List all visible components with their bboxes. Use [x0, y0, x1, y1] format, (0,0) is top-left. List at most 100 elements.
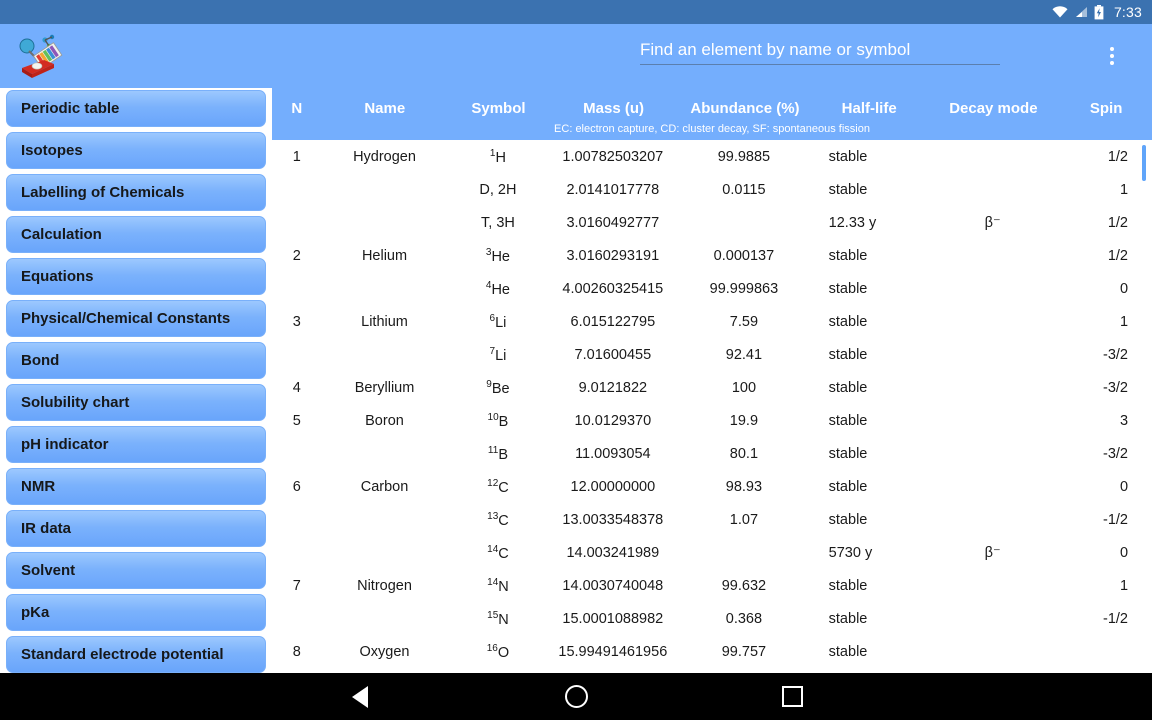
cell-abundance: 99.9885	[717, 148, 771, 165]
vertical-scrollbar-thumb[interactable]	[1142, 145, 1146, 181]
cell-spin: -3/2	[1103, 346, 1129, 363]
sidebar-item-solvent[interactable]: Solvent	[6, 552, 266, 589]
isotope-element-symbol: N	[498, 578, 509, 595]
sidebar-item-label: Solubility chart	[21, 394, 130, 411]
cell-atomic-number: 5	[292, 412, 301, 429]
column-header-decay-mode[interactable]: Decay mode	[927, 100, 1061, 117]
dot	[1110, 61, 1114, 65]
isotope-element-symbol: B	[498, 446, 508, 463]
overflow-menu-icon[interactable]	[1098, 42, 1126, 70]
sidebar-item-label: pH indicator	[21, 436, 109, 453]
wifi-icon	[1052, 6, 1068, 18]
navigation-sidebar[interactable]: Periodic table Isotopes Labelling of Chemi…	[0, 88, 272, 673]
table-row[interactable]: 15N 15.0001088982 0.368 stable -1/2	[272, 602, 1152, 635]
cell-abundance: 7.59	[729, 313, 759, 330]
column-header-symbol[interactable]: Symbol	[448, 100, 549, 117]
cell-isotope-symbol: 15N	[447, 610, 548, 628]
cell-element-name: Helium	[361, 247, 408, 264]
cell-half-life: 5730 y	[828, 544, 873, 561]
cell-mass: 13.0033548378	[562, 511, 664, 528]
column-header-n[interactable]: N	[272, 100, 322, 117]
column-header-spin[interactable]: Spin	[1060, 100, 1152, 117]
sidebar-item-ph-indicator[interactable]: pH indicator	[6, 426, 266, 463]
nav-recents-button[interactable]	[768, 673, 816, 721]
cell-isotope-symbol: 14N	[447, 577, 548, 595]
sidebar-item-equations[interactable]: Equations	[6, 258, 266, 295]
cell-element-name: Lithium	[361, 313, 408, 330]
recents-square-icon	[781, 686, 803, 707]
cell-isotope-symbol: 16O	[447, 643, 548, 661]
table-row[interactable]: 7Li 7.01600455 92.41 stable -3/2	[272, 338, 1152, 371]
cell-abundance: 99.632	[721, 577, 767, 594]
cell-element-name: Carbon	[360, 478, 409, 495]
table-row[interactable]: T, 3H 3.0160492777 12.33 y β⁻ 1/2	[272, 206, 1152, 239]
cell-half-life: stable	[828, 346, 868, 363]
table-row[interactable]: D, 2H 2.0141017778 0.0115 stable 1	[272, 173, 1152, 206]
sidebar-item-physical-chemical-constants[interactable]: Physical/Chemical Constants	[6, 300, 266, 337]
column-header-name[interactable]: Name	[322, 100, 448, 117]
isotopes-panel: N Name Symbol Mass (u) Abundance (%) Hal…	[272, 88, 1152, 673]
cell-half-life: stable	[828, 247, 868, 264]
table-row[interactable]: 5 Boron 10B 10.0129370 19.9 stable 3	[272, 404, 1152, 437]
isotope-element-symbol: T, 3H	[481, 214, 515, 231]
cell-abundance: 0.368	[725, 610, 763, 627]
cell-abundance: 99.757	[721, 643, 767, 660]
cell-spin: 3	[1119, 412, 1129, 429]
table-row[interactable]: 1 Hydrogen 1H 1.00782503207 99.9885 stable 1/2	[272, 140, 1152, 173]
table-row[interactable]: 11B 11.0093054 80.1 stable -3/2	[272, 437, 1152, 470]
cell-isotope-symbol: 10B	[447, 412, 548, 430]
sidebar-item-label: Standard electrode potential	[21, 646, 224, 663]
cell-mass: 7.01600455	[574, 346, 652, 363]
cell-mass: 14.003241989	[566, 544, 660, 561]
table-header: N Name Symbol Mass (u) Abundance (%) Hal…	[272, 88, 1152, 140]
home-circle-icon	[564, 685, 588, 708]
sidebar-item-nmr[interactable]: NMR	[6, 468, 266, 505]
isotope-mass-number: 16	[486, 642, 498, 654]
cell-abundance: 92.41	[725, 346, 763, 363]
nav-home-button[interactable]	[552, 673, 600, 721]
cell-isotope-symbol: D, 2H	[447, 182, 548, 198]
chemistry-app-logo-icon[interactable]	[14, 30, 66, 82]
sidebar-item-periodic-table[interactable]: Periodic table	[6, 90, 266, 127]
sidebar-item-label: Periodic table	[21, 100, 120, 117]
table-row[interactable]: 13C 13.0033548378 1.07 stable -1/2	[272, 503, 1152, 536]
isotope-table-body: 1 Hydrogen 1H 1.00782503207 99.9885 stable 1/2…	[272, 140, 1152, 673]
sidebar-item-isotopes[interactable]: Isotopes	[6, 132, 266, 169]
table-row[interactable]: 3 Lithium 6Li 6.015122795 7.59 stable 1	[272, 305, 1152, 338]
sidebar-item-labelling-of-chemicals[interactable]: Labelling of Chemicals	[6, 174, 266, 211]
dot	[1110, 54, 1114, 58]
sidebar-item-label: Equations	[21, 268, 94, 285]
table-row[interactable]: 2 Helium 3He 3.0160293191 0.000137 stable 1/2	[272, 239, 1152, 272]
cell-spin: -3/2	[1103, 445, 1129, 462]
sidebar-item-ir-data[interactable]: IR data	[6, 510, 266, 547]
cell-isotope-symbol: 6Li	[447, 313, 548, 331]
table-header-legend: EC: electron capture, CD: cluster decay,…	[554, 123, 870, 135]
table-row[interactable]: 4 Beryllium 9Be 9.0121822 100 stable -3/2	[272, 371, 1152, 404]
table-row[interactable]: 4He 4.00260325415 99.999863 stable 0	[272, 272, 1152, 305]
cell-isotope-symbol: 14C	[447, 544, 548, 562]
table-row[interactable]: 7 Nitrogen 14N 14.0030740048 99.632 stable 1	[272, 569, 1152, 602]
sidebar-item-bond[interactable]: Bond	[6, 342, 266, 379]
table-row[interactable]: 6 Carbon 12C 12.00000000 98.93 stable 0	[272, 470, 1152, 503]
sidebar-item-calculation[interactable]: Calculation	[6, 216, 266, 253]
sidebar-item-standard-electrode-potential[interactable]: Standard electrode potential	[6, 636, 266, 673]
table-row[interactable]: 8 Oxygen 16O 15.99491461956 99.757 stable	[272, 635, 1152, 668]
search-input[interactable]	[640, 40, 1000, 65]
sidebar-item-solubility-chart[interactable]: Solubility chart	[6, 384, 266, 421]
column-header-half-life[interactable]: Half-life	[812, 100, 927, 117]
app-header-bar	[0, 24, 1152, 88]
cell-decay-mode: β⁻	[984, 544, 1001, 561]
column-header-mass[interactable]: Mass (u)	[549, 100, 678, 117]
cell-isotope-symbol: 11B	[447, 445, 548, 463]
cell-half-life: stable	[828, 511, 868, 528]
cell-element-name: Beryllium	[354, 379, 415, 396]
table-row[interactable]: 14C 14.003241989 5730 y β⁻ 0	[272, 536, 1152, 569]
dot	[1110, 47, 1114, 51]
sidebar-item-pka[interactable]: pKa	[6, 594, 266, 631]
isotope-mass-number: 14	[487, 576, 499, 588]
table-header-row: N Name Symbol Mass (u) Abundance (%) Hal…	[272, 88, 1152, 125]
cell-isotope-symbol: 12C	[447, 478, 548, 496]
nav-back-button[interactable]	[336, 673, 384, 721]
column-header-abundance[interactable]: Abundance (%)	[678, 100, 812, 117]
cell-half-life: stable	[828, 181, 868, 198]
